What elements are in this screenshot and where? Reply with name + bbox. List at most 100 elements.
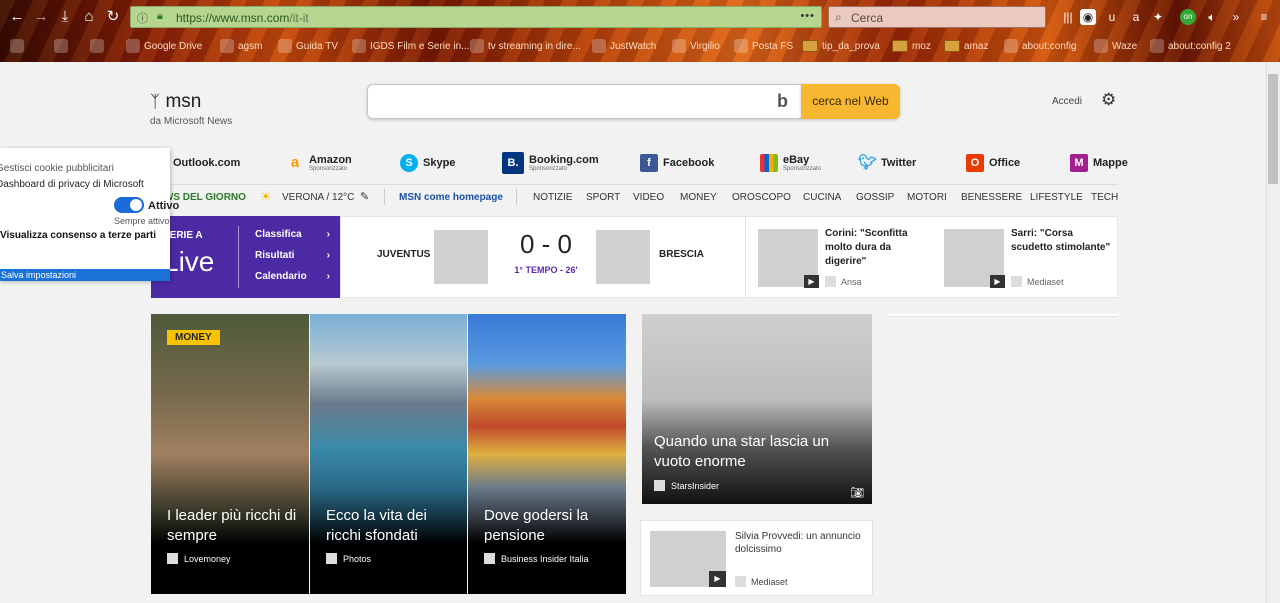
- hamburger-menu-icon[interactable]: ≡: [1256, 9, 1272, 25]
- addon-flame-icon[interactable]: ✦: [1150, 9, 1166, 25]
- third-party-consent-link[interactable]: Visualizza consenso a terze parti: [0, 230, 156, 241]
- shortcut-facebook[interactable]: f Facebook: [640, 151, 714, 175]
- news-source: Ansa: [825, 276, 862, 287]
- nav-item-tech[interactable]: TECH: [1091, 192, 1118, 203]
- news-card-pension[interactable]: Dove godersi la pensione Business Inside…: [468, 314, 626, 594]
- google-drive-icon: [126, 39, 140, 53]
- nav-item-notizie[interactable]: NOTIZIE: [533, 192, 572, 203]
- forward-icon[interactable]: →: [32, 8, 50, 26]
- bookmark-virgilio[interactable]: Virgilio: [672, 38, 720, 54]
- web-search-input[interactable]: [367, 84, 801, 119]
- toggle-label: Attivo: [148, 200, 180, 212]
- home-icon[interactable]: ⌂: [80, 8, 98, 26]
- page-actions-icon[interactable]: •••: [800, 10, 815, 22]
- shortcut-twitter[interactable]: 🐦︎ Twitter: [858, 151, 916, 175]
- nav-item-lifestyle[interactable]: LIFESTYLE: [1030, 192, 1083, 203]
- speaker-icon[interactable]: 🔈︎: [1204, 9, 1220, 25]
- bookmark-icon-2[interactable]: [54, 38, 68, 54]
- nav-item-oroscopo[interactable]: OROSCOPO: [732, 192, 791, 203]
- nav-item-cucina[interactable]: CUCINA: [803, 192, 841, 203]
- shortcut-skype[interactable]: S Skype: [400, 151, 455, 175]
- bookmark-folder-moz[interactable]: moz: [892, 38, 931, 54]
- lock-icon: 🔒︎: [157, 10, 163, 22]
- bookmark-folder-amaz[interactable]: amaz: [944, 38, 988, 54]
- bookmark-agsm[interactable]: agsm: [220, 38, 262, 54]
- bookmark-about-config[interactable]: about:config: [1004, 38, 1077, 54]
- weather-link[interactable]: VERONA / 12°C: [282, 192, 354, 203]
- nav-item-gossip[interactable]: GOSSIP: [856, 192, 894, 203]
- shortcut-booking[interactable]: B. Booking.com Sponsorizzato: [502, 151, 599, 175]
- bookmark-icon-1[interactable]: [10, 38, 24, 54]
- signin-link[interactable]: Accedi: [1052, 96, 1082, 107]
- nav-item-money[interactable]: MONEY: [680, 192, 717, 203]
- folder-icon: [802, 40, 818, 52]
- download-icon[interactable]: ⤓: [56, 8, 74, 26]
- folder-icon: [892, 40, 908, 52]
- shortcut-ebay[interactable]: eBay Sponsorizzato: [760, 151, 821, 175]
- addon-on-icon[interactable]: on: [1180, 9, 1196, 25]
- homepage-link[interactable]: MSN come homepage: [399, 192, 503, 203]
- news-title: Sarri: "Corsa scudetto stimolante": [1011, 228, 1111, 253]
- addon-face-icon[interactable]: ◉: [1080, 9, 1096, 25]
- save-settings-button[interactable]: Salva impostazioni: [0, 269, 170, 281]
- booking-icon: B.: [502, 152, 524, 174]
- nav-item-motori[interactable]: MOTORI: [907, 192, 947, 203]
- bookmark-folder-tip[interactable]: tip_da_prova: [802, 38, 880, 54]
- browser-search-placeholder: Cerca: [851, 11, 884, 25]
- shortcut-mappe[interactable]: M Mappe: [1070, 151, 1128, 175]
- bing-icon: b: [777, 91, 788, 111]
- always-active-label: Sempre attivo: [114, 216, 170, 226]
- live-divider: [238, 226, 239, 288]
- msn-logo[interactable]: ᛉ msn: [150, 91, 201, 113]
- nav-item-video[interactable]: VIDEO: [633, 192, 664, 203]
- nav-item-sport[interactable]: SPORT: [586, 192, 620, 203]
- nav-item-benessere[interactable]: BENESSERE: [961, 192, 1022, 203]
- back-icon[interactable]: ←: [8, 8, 26, 26]
- bookmark-icon-3[interactable]: [90, 38, 104, 54]
- browser-search-bar[interactable]: ⌕ Cerca: [828, 6, 1046, 28]
- bookmark-waze[interactable]: Waze: [1094, 38, 1137, 54]
- toggle-knob: [130, 199, 142, 211]
- link-calendario[interactable]: Calendario ›: [255, 271, 330, 282]
- manage-cookies-link[interactable]: Gestisci cookie pubblicitari: [0, 163, 114, 174]
- info-icon[interactable]: ⓘ: [137, 10, 148, 26]
- news-card-provvedi[interactable]: ▶ Silvia Provvedi: un annuncio dolcissim…: [640, 520, 873, 596]
- scrollbar-thumb[interactable]: [1268, 74, 1278, 184]
- bookmark-justwatch[interactable]: JustWatch: [592, 38, 656, 54]
- addon-u-icon[interactable]: u: [1104, 9, 1120, 25]
- web-search-button[interactable]: cerca nel Web: [801, 84, 900, 119]
- bookmark-tv-streaming[interactable]: tv streaming in dire...: [470, 38, 581, 54]
- news-card-rich[interactable]: Ecco la vita dei ricchi sfondati Photos: [310, 314, 467, 594]
- news-card-star[interactable]: Quando una star lascia un vuoto enorme S…: [642, 314, 872, 504]
- link-classifica[interactable]: Classifica ›: [255, 229, 330, 240]
- match-score-panel[interactable]: JUVENTUS 0 - 0 1° TEMPO - 26' BRESCIA: [340, 216, 746, 298]
- link-risultati[interactable]: Risultati ›: [255, 250, 330, 261]
- addon-a-icon[interactable]: a: [1128, 9, 1144, 25]
- bookmark-about-config-2[interactable]: about:config 2: [1150, 38, 1231, 54]
- match-status: 1° TEMPO - 26': [514, 265, 578, 275]
- ad-slot: [888, 314, 1118, 317]
- url-bar[interactable]: ⓘ 🔒︎ https://www.msn.com/it-it •••: [130, 6, 822, 28]
- chevron-right-icon: ›: [326, 229, 330, 240]
- bookmark-igds[interactable]: IGDS Film e Serie in...: [352, 38, 469, 54]
- twitter-icon: 🐦︎: [858, 154, 878, 171]
- card-source: Photos: [326, 553, 371, 564]
- nav-divider: [516, 189, 517, 205]
- bookmark-posta-fs[interactable]: Posta FS: [734, 38, 793, 54]
- news-card-leaders[interactable]: MONEY I leader più ricchi di sempre Love…: [151, 314, 309, 594]
- serie-a-live-panel[interactable]: SERIE A Live Classifica › Risultati › Cale…: [151, 216, 340, 298]
- library-icon[interactable]: |||: [1060, 9, 1076, 25]
- gear-icon[interactable]: ⚙: [1101, 90, 1116, 110]
- shortcut-amazon[interactable]: a Amazon Sponsorizzato: [286, 151, 352, 175]
- reload-icon[interactable]: ↻: [104, 8, 122, 26]
- shortcut-office[interactable]: O Office: [966, 151, 1020, 175]
- amazon-icon: a: [290, 154, 300, 171]
- office-icon: O: [966, 154, 984, 172]
- privacy-dashboard-link[interactable]: Dashboard di privacy di Microsoft: [0, 179, 144, 190]
- bookmark-google-drive[interactable]: Google Drive: [126, 38, 202, 54]
- overflow-menu-icon[interactable]: »: [1228, 9, 1244, 25]
- pencil-icon[interactable]: ✎: [360, 190, 369, 203]
- cookie-toggle[interactable]: [114, 197, 144, 213]
- home-team-logo: [434, 230, 488, 284]
- bookmark-guida-tv[interactable]: Guida TV: [278, 38, 338, 54]
